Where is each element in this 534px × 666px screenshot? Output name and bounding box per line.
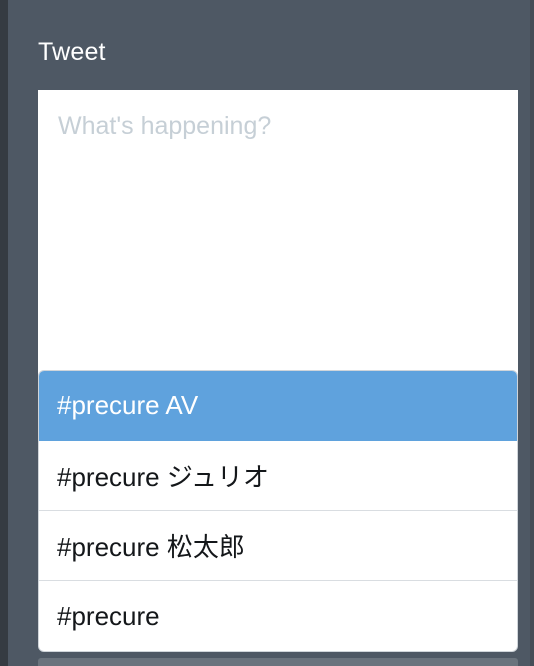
- suggestion-item[interactable]: #precure ジュリオ: [39, 441, 517, 511]
- suggestion-item[interactable]: #precure 松太郎: [39, 511, 517, 581]
- tweet-button-edge[interactable]: [38, 658, 518, 666]
- suggestion-item[interactable]: #precure: [39, 581, 517, 651]
- suggestion-item[interactable]: #precure AV: [39, 371, 517, 441]
- tweet-input[interactable]: [38, 90, 518, 370]
- hashtag-suggestion-list: #precure AV #precure ジュリオ #precure 松太郎 #…: [38, 370, 518, 652]
- panel-title: Tweet: [38, 38, 106, 66]
- left-edge-divider: [0, 0, 8, 666]
- right-edge-divider: [530, 0, 534, 666]
